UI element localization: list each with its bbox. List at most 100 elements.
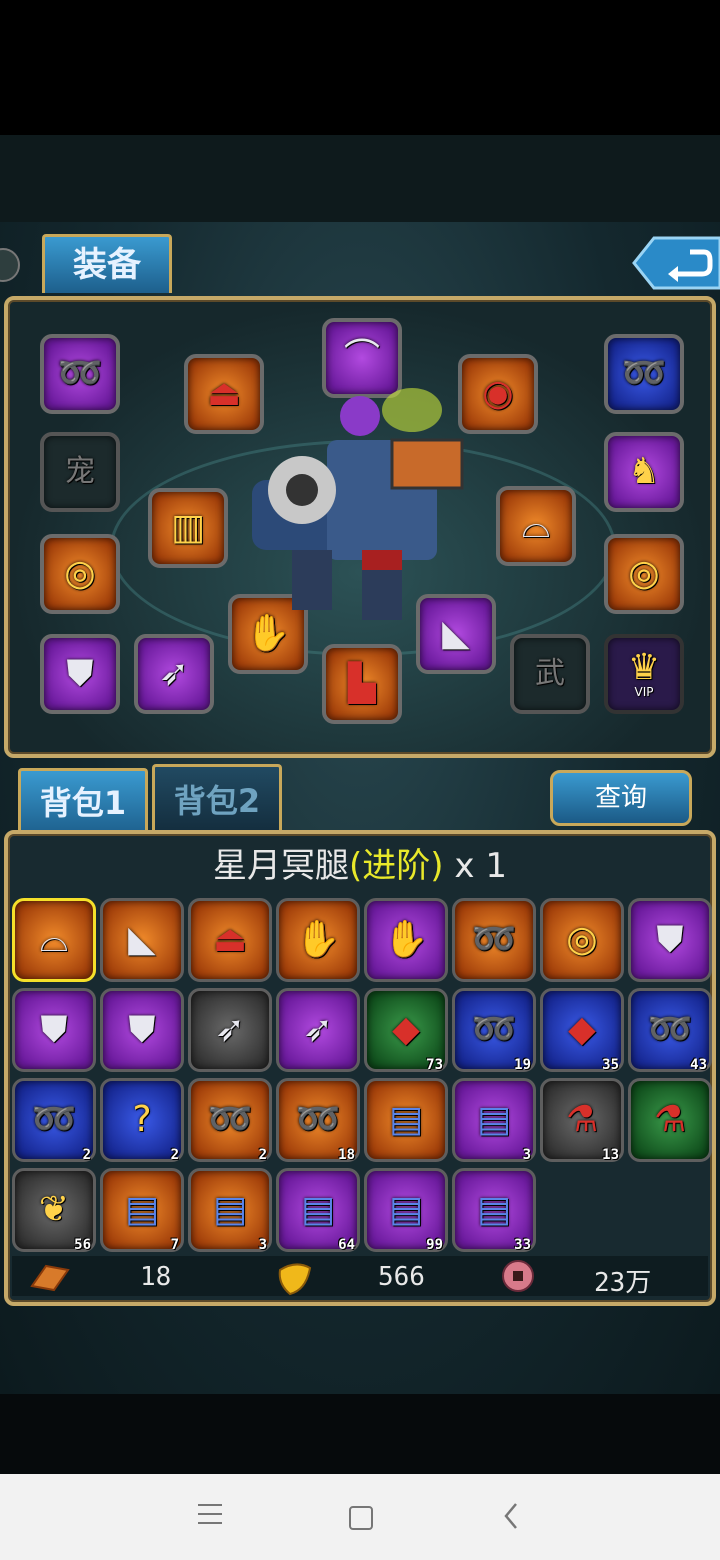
item-count: 13 [602,1147,619,1163]
item-tag: (进阶) [349,846,444,886]
bag-item[interactable]: ➿ [452,898,536,982]
status-area [0,135,720,223]
tab-equipment[interactable]: 装备 [42,234,172,293]
item-count: 35 [602,1057,619,1073]
equip-slot-ring2[interactable]: ◎ [604,534,684,614]
gold-ring-icon: ◎ [64,553,96,594]
bag-item[interactable]: ⚗ [628,1078,712,1162]
bag-item[interactable]: ❦ 56 [12,1168,96,1253]
item-count: 73 [426,1057,443,1073]
character-avatar [232,370,476,630]
bag-item[interactable]: ⌓ [12,898,96,982]
bag-item[interactable]: ⚗ 13 [540,1078,624,1163]
bag-item[interactable]: ▤ 99 [364,1168,448,1253]
red-potion-icon: ⚗ [653,1099,687,1140]
bag-item[interactable]: ✋ [276,898,360,982]
chain-amulet-icon: ➿ [207,1099,253,1140]
bag-item[interactable]: ▤ [364,1078,448,1162]
bag-item[interactable]: ➿ 2 [12,1078,96,1163]
back-chevron-icon[interactable] [502,1502,520,1534]
chest-armor-icon: ⛊ [66,653,94,694]
item-count: 2 [82,1147,91,1163]
item-quantity: x 1 [454,846,507,886]
equip-slot-mount[interactable]: ♞ [604,432,684,512]
equip-slot-armor[interactable]: ⛊ [40,634,120,714]
chain-amulet-icon: ➿ [31,1099,77,1140]
bag-item[interactable]: ⛊ [12,988,96,1072]
gold-ring-icon: ◎ [566,919,598,960]
bag-item[interactable]: ➶ [188,988,272,1072]
herb-icon: ❦ [38,1189,70,1230]
item-count: 18 [338,1147,355,1163]
bag-item[interactable]: ◆ 73 [364,988,448,1073]
chain-amulet-icon: ➿ [647,1009,693,1050]
blue-book-icon: ▤ [124,1189,159,1230]
bag-item[interactable]: ▤ 7 [100,1168,184,1253]
home-square-icon[interactable] [349,1506,373,1530]
bag-item[interactable]: ▤ 64 [276,1168,360,1253]
bag-item[interactable]: ⛊ [100,988,184,1072]
equip-slot-necklace[interactable]: ➿ [40,334,120,414]
gold-ingot-icon [28,1262,72,1298]
equip-slot-necklace2[interactable]: ➿ [604,334,684,414]
item-count: 19 [514,1057,531,1073]
blue-book-icon: ▤ [476,1099,511,1140]
equip-slot-weapon[interactable]: ➶ [134,634,214,714]
leg-armor-icon: ⌓ [39,919,69,960]
bag-item[interactable]: ? 2 [100,1078,184,1163]
chest-armor-icon: ⛊ [128,1009,156,1050]
blue-book-icon: ▤ [300,1189,335,1230]
bag-item[interactable]: ⏏ [188,898,272,982]
equip-slot-boots[interactable]: ▙ [322,644,402,724]
leg-armor-icon: ⌓ [521,505,551,546]
back-arrow-icon[interactable] [632,236,720,290]
gold-leaf-icon [276,1260,314,1300]
spear-icon: ➶ [158,653,190,694]
gauntlet-icon: ✋ [295,919,341,960]
item-count: 43 [690,1057,707,1073]
spear-icon: ➶ [302,1009,334,1050]
blue-book-icon: ▤ [388,1099,423,1140]
empty-slot-icon: 宠 [65,454,95,489]
blue-book-icon: ▤ [476,1189,511,1230]
equip-slot-bracer[interactable]: ▥ [148,488,228,568]
blue-book-icon: ▤ [212,1189,247,1230]
chest-armor-icon: ⛊ [656,919,684,960]
gauntlet-icon: ✋ [383,919,429,960]
tab-bag-1[interactable]: 背包1 [18,768,148,835]
tab-bag-2[interactable]: 背包2 [152,764,282,835]
bag-item[interactable]: ➿ 19 [452,988,536,1073]
bag-item[interactable]: ✋ [364,898,448,982]
bag-item[interactable]: ⛊ [628,898,712,982]
equip-slot-ring[interactable]: ◎ [40,534,120,614]
item-count: 99 [426,1237,443,1253]
menu-icon[interactable] [198,1504,222,1524]
query-button[interactable]: 查询 [550,770,692,826]
belt-icon: ◉ [482,373,514,414]
bag-item[interactable]: ◆ 35 [540,988,624,1073]
bag-item[interactable]: ▤ 33 [452,1168,536,1253]
red-gem-icon: ◆ [392,1009,420,1050]
bag-item[interactable]: ▤ 3 [188,1168,272,1253]
equip-slot-vip[interactable]: ♛ VIP [604,634,684,714]
equip-slot-pet[interactable]: 宠 [40,432,120,512]
bag-item[interactable]: ➿ 43 [628,988,712,1073]
bag-item[interactable]: ➶ [276,988,360,1072]
equip-slot-weapon2[interactable]: 武 [510,634,590,714]
copper-coin-icon [502,1260,534,1292]
item-count: 7 [170,1237,179,1253]
bracer-icon: ▥ [170,507,205,548]
item-count: 64 [338,1237,355,1253]
chain-amulet-icon: ➿ [57,353,103,394]
bag-item[interactable]: ◎ [540,898,624,982]
chest-armor-icon: ⛊ [40,1009,68,1050]
spear-icon: ➶ [214,1009,246,1050]
chain-amulet-icon: ➿ [621,353,667,394]
equip-slot-legs[interactable]: ⌓ [496,486,576,566]
bag-item[interactable]: ▤ 3 [452,1078,536,1163]
item-count: 2 [258,1147,267,1163]
bag-item[interactable]: ◣ [100,898,184,982]
bag-item[interactable]: ➿ 18 [276,1078,360,1163]
red-gem-icon: ◆ [568,1009,596,1050]
bag-item[interactable]: ➿ 2 [188,1078,272,1163]
